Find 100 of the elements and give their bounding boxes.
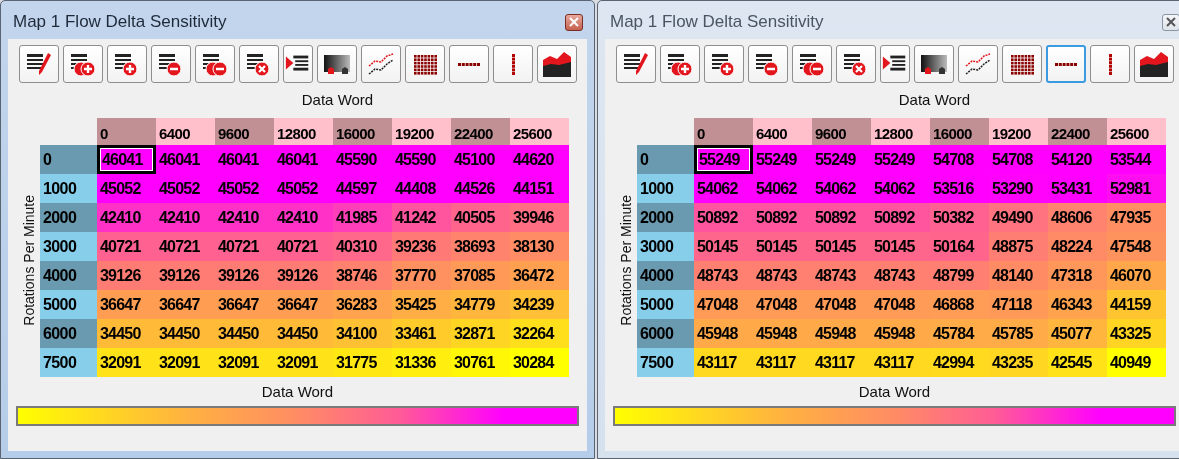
table-cell[interactable]: 30761 (451, 348, 510, 377)
table-cell[interactable]: 53290 (989, 174, 1048, 203)
table-cell[interactable]: 44597 (333, 174, 392, 203)
table-cell[interactable]: 43325 (1107, 319, 1166, 348)
table-cell[interactable]: 54708 (930, 145, 989, 174)
table-cell[interactable]: 36647 (274, 290, 333, 319)
table-cell[interactable]: 45052 (215, 174, 274, 203)
table-cell[interactable]: 53544 (1107, 145, 1166, 174)
table-cell[interactable]: 36283 (333, 290, 392, 319)
table-cell[interactable]: 34450 (156, 319, 215, 348)
table-cell[interactable]: 43117 (694, 348, 753, 377)
table-cell[interactable]: 43117 (812, 348, 871, 377)
close-button[interactable] (565, 13, 583, 31)
toolbar-button[interactable] (704, 45, 744, 83)
table-cell[interactable]: 48743 (694, 261, 753, 290)
table-cell[interactable]: 44620 (510, 145, 569, 174)
table-cell[interactable]: 32091 (215, 348, 274, 377)
table-cell[interactable]: 47048 (694, 290, 753, 319)
table-cell[interactable]: 31775 (333, 348, 392, 377)
table-cell[interactable]: 38746 (333, 261, 392, 290)
toolbar-button[interactable] (660, 45, 700, 83)
toolbar-button[interactable] (151, 45, 191, 83)
table-cell[interactable]: 46041 (274, 145, 333, 174)
table-cell[interactable]: 40505 (451, 203, 510, 232)
table-cell[interactable]: 45948 (812, 319, 871, 348)
table-cell[interactable]: 47548 (1107, 232, 1166, 261)
table-cell[interactable]: 46868 (930, 290, 989, 319)
table-cell[interactable]: 46041 (156, 145, 215, 174)
table-cell[interactable]: 43235 (989, 348, 1048, 377)
table-cell[interactable]: 34450 (97, 319, 156, 348)
table-cell[interactable]: 53431 (1048, 174, 1107, 203)
table-cell[interactable]: 35425 (392, 290, 451, 319)
table-cell[interactable]: 45784 (930, 319, 989, 348)
table-cell[interactable]: 46070 (1107, 261, 1166, 290)
table-cell[interactable]: 39126 (215, 261, 274, 290)
toolbar-button[interactable] (19, 45, 59, 83)
toolbar-button[interactable] (836, 45, 876, 83)
table-cell[interactable]: 55249 (694, 145, 753, 174)
table-cell[interactable]: 53516 (930, 174, 989, 203)
table-cell[interactable]: 45077 (1048, 319, 1107, 348)
table-cell[interactable]: 46343 (1048, 290, 1107, 319)
toolbar-button[interactable] (493, 45, 533, 83)
table-cell[interactable]: 50145 (812, 232, 871, 261)
table-cell[interactable]: 50145 (871, 232, 930, 261)
toolbar-button[interactable] (748, 45, 788, 83)
table-cell[interactable]: 54120 (1048, 145, 1107, 174)
table-cell[interactable]: 54062 (753, 174, 812, 203)
table-cell[interactable]: 48875 (989, 232, 1048, 261)
toolbar-button[interactable] (63, 45, 103, 83)
table-cell[interactable]: 48224 (1048, 232, 1107, 261)
table-cell[interactable]: 47118 (989, 290, 1048, 319)
toolbar-button[interactable] (1046, 45, 1086, 83)
table-cell[interactable]: 54708 (989, 145, 1048, 174)
toolbar-button[interactable] (1090, 45, 1130, 83)
table-cell[interactable]: 42410 (274, 203, 333, 232)
toolbar-button[interactable] (107, 45, 147, 83)
table-cell[interactable]: 39126 (156, 261, 215, 290)
table-cell[interactable]: 54062 (871, 174, 930, 203)
table-cell[interactable]: 45590 (333, 145, 392, 174)
toolbar-button[interactable] (449, 45, 489, 83)
toolbar-button[interactable] (239, 45, 279, 83)
table-cell[interactable]: 54062 (694, 174, 753, 203)
table-cell[interactable]: 33461 (392, 319, 451, 348)
table-cell[interactable]: 34779 (451, 290, 510, 319)
toolbar-button[interactable] (537, 45, 577, 83)
table-cell[interactable]: 34239 (510, 290, 569, 319)
table-cell[interactable]: 43117 (871, 348, 930, 377)
table-cell[interactable]: 32091 (274, 348, 333, 377)
table-cell[interactable]: 49490 (989, 203, 1048, 232)
table-cell[interactable]: 32091 (97, 348, 156, 377)
toolbar-button[interactable] (405, 45, 445, 83)
table-cell[interactable]: 40721 (156, 232, 215, 261)
table-cell[interactable]: 32264 (510, 319, 569, 348)
table-cell[interactable]: 46041 (97, 145, 156, 174)
table-cell[interactable]: 44408 (392, 174, 451, 203)
toolbar-button[interactable] (1002, 45, 1042, 83)
table-cell[interactable]: 39126 (274, 261, 333, 290)
table-cell[interactable]: 44159 (1107, 290, 1166, 319)
table-cell[interactable]: 55249 (871, 145, 930, 174)
table-cell[interactable]: 42410 (156, 203, 215, 232)
table-cell[interactable]: 40721 (274, 232, 333, 261)
table-cell[interactable]: 40721 (97, 232, 156, 261)
toolbar-button[interactable] (914, 45, 954, 83)
table-cell[interactable]: 50382 (930, 203, 989, 232)
table-cell[interactable]: 47048 (753, 290, 812, 319)
table-cell[interactable]: 47048 (871, 290, 930, 319)
table-cell[interactable]: 42410 (215, 203, 274, 232)
table-cell[interactable]: 36647 (156, 290, 215, 319)
table-cell[interactable]: 40949 (1107, 348, 1166, 377)
table-cell[interactable]: 37085 (451, 261, 510, 290)
table-cell[interactable]: 47048 (812, 290, 871, 319)
table-cell[interactable]: 39946 (510, 203, 569, 232)
close-button[interactable] (1162, 13, 1179, 31)
table-cell[interactable]: 45052 (156, 174, 215, 203)
table-cell[interactable]: 32091 (156, 348, 215, 377)
table-cell[interactable]: 45052 (274, 174, 333, 203)
table-cell[interactable]: 47318 (1048, 261, 1107, 290)
table-cell[interactable]: 42410 (97, 203, 156, 232)
table-cell[interactable]: 36647 (215, 290, 274, 319)
table-cell[interactable]: 48743 (753, 261, 812, 290)
